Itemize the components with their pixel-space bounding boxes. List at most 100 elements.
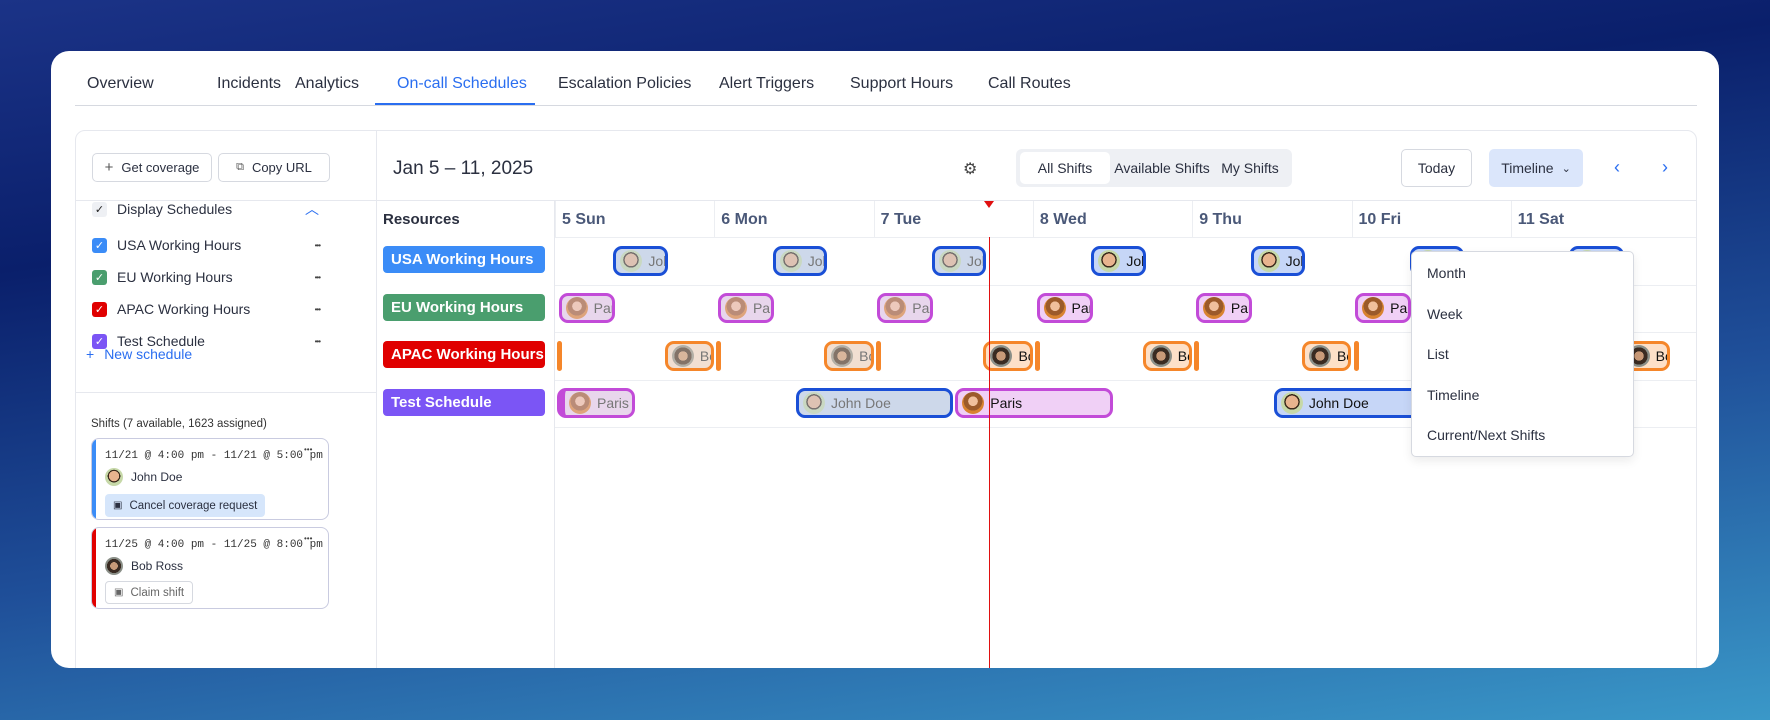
tab-analytics[interactable]: Analytics <box>295 75 359 93</box>
app-card: + Get coverage ⧉ Copy URL ✓ Display Schedu… <box>51 51 1719 668</box>
get-coverage-label: Get coverage <box>121 160 200 175</box>
plus-icon: + <box>104 159 114 176</box>
view-option-timeline[interactable]: Timeline <box>1427 387 1479 403</box>
shift-boundary-marker <box>1034 340 1040 371</box>
chevron-down-icon: ⌄ <box>1561 162 1571 175</box>
day-header: 9 Thu <box>1192 201 1351 237</box>
filter-available-shifts[interactable]: Available Shifts <box>1114 152 1210 184</box>
avatar <box>884 297 907 319</box>
shift-chip[interactable]: Paris <box>1195 293 1252 323</box>
copy-url-button[interactable]: ⧉ Copy URL <box>218 153 330 182</box>
avatar <box>1098 249 1121 272</box>
avatar <box>802 392 825 414</box>
shift-chip[interactable]: Bob Ross <box>664 340 715 371</box>
shift-filter-segmented: All Shifts Available Shifts My Shifts <box>1016 149 1292 187</box>
avatar <box>569 392 591 414</box>
shift-chip[interactable]: John Doe <box>772 245 828 276</box>
shift-boundary-marker <box>875 340 881 371</box>
shift-chip[interactable]: Paris <box>717 293 775 323</box>
shift-person-name: John Doe <box>967 252 983 269</box>
resource-label[interactable]: APAC Working Hours <box>383 341 545 368</box>
shift-chip[interactable]: John Doe <box>795 388 954 418</box>
shift-boundary-marker <box>1353 340 1359 371</box>
avatar <box>990 344 1013 367</box>
day-header: 11 Sat <box>1510 201 1670 237</box>
resource-label[interactable]: USA Working Hours <box>383 246 545 273</box>
tab-divider <box>75 105 1697 106</box>
tab-on-call-schedules[interactable]: On-call Schedules <box>397 75 527 93</box>
avatar <box>1257 249 1280 272</box>
view-option-month[interactable]: Month <box>1427 265 1466 281</box>
shift-chip[interactable]: Paris <box>955 388 1113 418</box>
avatar <box>565 297 588 319</box>
avatar <box>939 249 962 272</box>
shift-person-name: Paris <box>593 300 612 316</box>
view-option-week[interactable]: Week <box>1427 306 1463 322</box>
gear-icon[interactable]: ⚙ <box>963 159 977 179</box>
resource-label[interactable]: EU Working Hours <box>383 293 545 321</box>
shift-chip[interactable]: John Doe <box>1250 245 1306 276</box>
row-divider <box>555 237 1696 238</box>
shift-chip[interactable]: Paris <box>557 388 635 418</box>
tab-escalation-policies[interactable]: Escalation Policies <box>558 75 691 93</box>
shift-person-name: John Doe <box>1285 252 1302 269</box>
shift-person-name: Bob Ross <box>1018 347 1029 364</box>
shift-person-name: John Doe <box>648 252 664 269</box>
shift-chip[interactable]: Paris <box>877 293 934 323</box>
shift-person-name: John Doe <box>1126 252 1142 269</box>
shift-person-name: Bob Ross <box>859 347 870 364</box>
resource-label[interactable]: Test Schedule <box>383 388 545 416</box>
shift-person-name: John Doe <box>807 252 824 269</box>
filter-my-shifts[interactable]: My Shifts <box>1212 152 1288 184</box>
copy-icon: ⧉ <box>236 161 244 173</box>
shift-person-name: Paris <box>912 300 930 316</box>
view-select-label: Timeline <box>1501 160 1554 176</box>
shift-chip[interactable]: Paris <box>1036 293 1093 323</box>
shift-boundary-marker <box>1194 340 1200 371</box>
shift-person-name: John Doe <box>1308 395 1369 411</box>
view-option-list[interactable]: List <box>1427 346 1449 362</box>
view-option-current-next-shifts[interactable]: Current/Next Shifts <box>1427 427 1545 443</box>
tab-overview[interactable]: Overview <box>87 75 154 93</box>
tab-alert-triggers[interactable]: Alert Triggers <box>719 75 814 93</box>
today-label: Today <box>1417 160 1456 176</box>
shift-person-name: Paris <box>990 395 1023 411</box>
avatar <box>1043 297 1066 319</box>
avatar <box>1280 392 1303 414</box>
view-select[interactable]: Timeline ⌄ <box>1489 149 1583 187</box>
previous-week-button[interactable]: ‹ <box>1614 157 1620 178</box>
current-time-marker-icon <box>983 201 994 208</box>
day-header: 8 Wed <box>1032 201 1192 237</box>
copy-url-label: Copy URL <box>251 160 312 175</box>
shift-chip[interactable]: Bob Ross <box>983 340 1033 371</box>
next-week-button[interactable]: › <box>1662 157 1668 178</box>
shift-chip[interactable]: Bob Ross <box>824 340 874 371</box>
tab-incidents[interactable]: Incidents <box>217 75 281 93</box>
shift-chip[interactable]: John Doe <box>1091 245 1146 276</box>
shift-person-name: Bob Ross <box>1337 347 1348 364</box>
tab-call-routes[interactable]: Call Routes <box>988 75 1071 93</box>
shift-person-name: Paris <box>1230 300 1249 316</box>
today-button[interactable]: Today <box>1401 149 1472 187</box>
shift-chip[interactable]: Bob Ross <box>1142 340 1193 371</box>
avatar <box>1202 297 1225 319</box>
shift-chip[interactable]: Paris <box>558 293 615 323</box>
filter-all-shifts[interactable]: All Shifts <box>1020 152 1110 184</box>
avatar <box>724 297 747 319</box>
view-dropdown-menu: Month Week List Timeline Current/Next Shifts <box>1411 251 1634 457</box>
tab-support-hours[interactable]: Support Hours <box>850 75 953 93</box>
day-header: 10 Fri <box>1351 201 1511 237</box>
shift-person-name: John Doe <box>830 395 891 411</box>
resources-header: Resources <box>383 211 460 228</box>
shift-chip[interactable]: Bob Ross <box>1302 340 1352 371</box>
shift-person-name: Paris <box>1071 300 1090 316</box>
avatar <box>1149 344 1172 367</box>
shift-chip[interactable]: John Doe <box>932 245 987 276</box>
shift-chip[interactable]: Paris <box>1355 293 1412 323</box>
current-time-line <box>988 237 990 668</box>
shift-chip[interactable]: John Doe <box>613 245 668 276</box>
shift-chip[interactable]: John Doe <box>1273 388 1432 418</box>
day-header: 7 Tue <box>873 201 1033 237</box>
date-range-title: Jan 5 – 11, 2025 <box>393 158 534 179</box>
get-coverage-button[interactable]: + Get coverage <box>92 153 212 182</box>
